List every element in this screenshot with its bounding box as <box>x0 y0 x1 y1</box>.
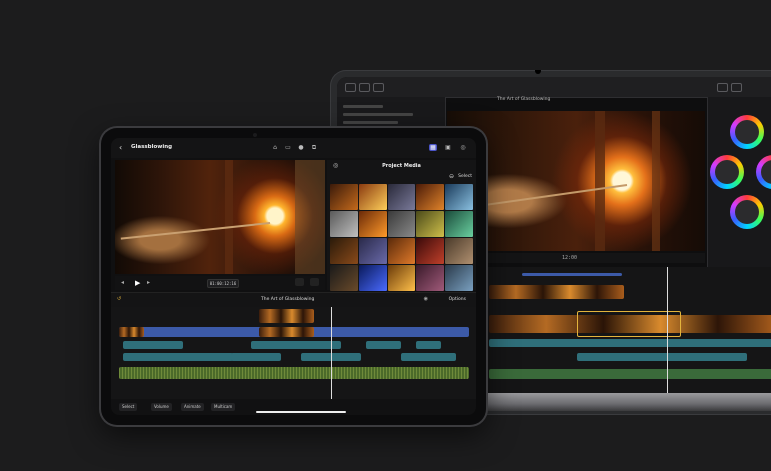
media-thumbnail[interactable] <box>416 184 445 210</box>
media-thumbnail[interactable] <box>445 265 473 291</box>
timeline-clip[interactable] <box>259 309 314 323</box>
media-thumbnail[interactable] <box>358 265 387 291</box>
ipad-screen: ‹ Glassblowing ⌂ ▭ ● ⧉ ▦ ▣ ◎ ◂ ▶ ▸ 01:00… <box>111 138 476 415</box>
back-icon[interactable]: ‹ <box>119 143 122 152</box>
media-grid <box>330 184 473 291</box>
media-thumbnail[interactable] <box>387 211 416 237</box>
home-indicator[interactable] <box>256 411 346 413</box>
pip-icon[interactable] <box>310 278 319 286</box>
media-thumbnail[interactable] <box>445 184 473 210</box>
forward-icon[interactable]: ▸ <box>147 279 150 286</box>
sort-icon[interactable]: ⊖ <box>449 173 454 180</box>
background-tasks-icon[interactable] <box>373 83 384 92</box>
timeline-clip[interactable] <box>489 285 624 299</box>
effects-icon[interactable]: ▣ <box>444 144 452 151</box>
select-tool-button[interactable]: Select <box>119 403 138 411</box>
inspector-toggle-icon[interactable] <box>717 83 728 92</box>
share-icon[interactable] <box>731 83 742 92</box>
color-wheel-master[interactable] <box>730 115 764 149</box>
timeline-ruler-clip <box>522 273 622 276</box>
camera-notch <box>535 70 541 74</box>
fullscreen-icon[interactable] <box>295 278 304 286</box>
media-thumbnail[interactable] <box>416 211 445 237</box>
play-icon[interactable]: ▶ <box>135 279 140 287</box>
media-browser-icon[interactable]: ▦ <box>429 144 437 151</box>
audio-clip[interactable] <box>489 339 771 347</box>
project-media-panel: ◎ Project Media ⊖ Select <box>327 160 476 291</box>
ipad-playback-controls: ◂ ▶ ▸ 01:00:12:16 <box>115 276 325 290</box>
media-thumbnail[interactable] <box>358 211 387 237</box>
media-thumbnail[interactable] <box>416 238 445 264</box>
media-title: Project Media <box>382 163 421 169</box>
ipad-timeline <box>111 307 476 399</box>
keyword-icon[interactable] <box>359 83 370 92</box>
view-icon[interactable]: ◉ <box>424 296 428 302</box>
media-thumbnail[interactable] <box>387 238 416 264</box>
media-thumbnail[interactable] <box>416 265 445 291</box>
front-camera <box>253 133 257 137</box>
media-thumbnail[interactable] <box>387 184 416 210</box>
media-thumbnail[interactable] <box>445 238 473 264</box>
laptop-toolbar <box>337 77 771 98</box>
media-thumbnail[interactable] <box>330 184 358 210</box>
color-wheel-midtones[interactable] <box>756 155 771 189</box>
music-track[interactable] <box>489 369 771 379</box>
audio-clip[interactable] <box>577 353 747 361</box>
volume-button[interactable]: Volume <box>151 403 172 411</box>
media-thumbnail[interactable] <box>445 211 473 237</box>
laptop-viewer-title: The Art of Glassblowing <box>497 97 551 102</box>
timeline-title: The Art of Glassblowing <box>261 297 315 302</box>
music-track[interactable] <box>119 367 469 379</box>
options-button[interactable]: Options <box>449 297 466 302</box>
undo-icon[interactable]: ↺ <box>117 296 121 302</box>
audio-clip[interactable] <box>416 341 441 349</box>
media-thumbnail[interactable] <box>358 238 387 264</box>
audio-clip[interactable] <box>123 341 183 349</box>
media-thumbnail[interactable] <box>358 184 387 210</box>
timeline-clip[interactable] <box>259 327 314 337</box>
media-thumbnail[interactable] <box>330 265 358 291</box>
camera-icon[interactable]: ▭ <box>284 144 292 151</box>
media-thumbnail[interactable] <box>330 238 358 264</box>
playhead[interactable] <box>331 307 332 399</box>
selected-clip[interactable] <box>577 311 681 337</box>
ipad-viewer <box>115 160 325 274</box>
multicam-button[interactable]: Multicam <box>211 403 236 411</box>
playhead[interactable] <box>667 267 668 407</box>
settings-icon[interactable]: ◎ <box>459 144 467 151</box>
media-thumbnail[interactable] <box>387 265 416 291</box>
audio-clip[interactable] <box>366 341 401 349</box>
animate-button[interactable]: Animate <box>181 403 204 411</box>
timeline-header: ↺ The Art of Glassblowing ◉ Options <box>111 292 476 307</box>
timeline-clip[interactable] <box>119 327 144 337</box>
project-name: Glassblowing <box>131 144 173 150</box>
import-icon[interactable] <box>345 83 356 92</box>
ipad-device: ‹ Glassblowing ⌂ ▭ ● ⧉ ▦ ▣ ◎ ◂ ▶ ▸ 01:00… <box>101 128 486 425</box>
laptop-timecode: 12:00 <box>562 255 578 261</box>
ipad-timecode: 01:00:12:16 <box>207 279 239 288</box>
media-thumbnail[interactable] <box>330 211 358 237</box>
export-icon[interactable]: ⧉ <box>310 144 318 151</box>
audio-clip[interactable] <box>231 353 281 361</box>
color-wheel-highlights[interactable] <box>730 195 764 229</box>
audio-clip[interactable] <box>123 353 233 361</box>
voiceover-icon[interactable]: ● <box>297 144 305 151</box>
audio-clip[interactable] <box>401 353 456 361</box>
select-button[interactable]: Select <box>458 174 472 179</box>
color-wheel-shadows[interactable] <box>710 155 744 189</box>
audio-clip[interactable] <box>251 341 341 349</box>
home-icon[interactable]: ⌂ <box>271 144 279 151</box>
ipad-header: ‹ Glassblowing ⌂ ▭ ● ⧉ ▦ ▣ ◎ <box>111 138 476 158</box>
rewind-icon[interactable]: ◂ <box>121 279 124 286</box>
